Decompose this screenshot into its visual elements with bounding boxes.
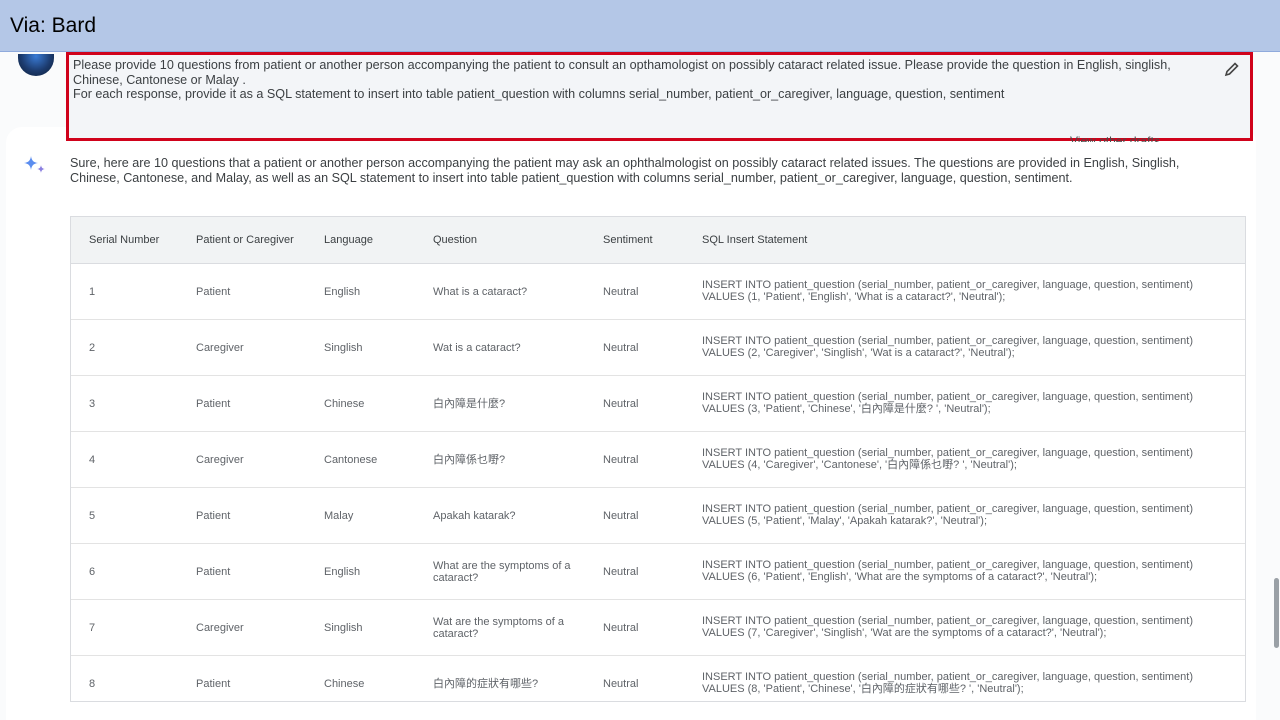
cell-serial: 2	[71, 319, 178, 376]
user-prompt-highlight: Please provide 10 questions from patient…	[66, 52, 1253, 141]
cell-language: English	[306, 543, 415, 600]
cell-serial: 3	[71, 375, 178, 432]
table-row: 5 Patient Malay Apakah katarak? Neutral …	[71, 487, 1245, 544]
cell-serial: 8	[71, 655, 178, 701]
cell-language: Chinese	[306, 375, 415, 432]
table-row: 3 Patient Chinese 白內障是什麼? Neutral INSERT…	[71, 375, 1245, 432]
cell-sentiment: Neutral	[585, 599, 694, 656]
table-row: 6 Patient English What are the symptoms …	[71, 543, 1245, 600]
cell-language: Malay	[306, 487, 415, 544]
header-question: Question	[415, 217, 585, 264]
cell-question: Apakah katarak?	[415, 487, 585, 544]
cell-sentiment: Neutral	[585, 319, 694, 376]
cell-sentiment: Neutral	[585, 263, 694, 320]
table-header-row: Serial Number Patient or Caregiver Langu…	[71, 217, 1245, 264]
cell-language: Cantonese	[306, 431, 415, 488]
cell-question: 白內障是什麼?	[415, 375, 585, 432]
cell-question: 白內障的症狀有哪些?	[415, 655, 585, 701]
sparkle-icon	[24, 156, 45, 173]
cell-sentiment: Neutral	[585, 655, 694, 701]
cell-serial: 5	[71, 487, 178, 544]
user-prompt-text: Please provide 10 questions from patient…	[73, 58, 1171, 102]
cell-role: Patient	[178, 263, 306, 320]
cell-serial: 7	[71, 599, 178, 656]
cell-role: Caregiver	[178, 431, 306, 488]
cell-language: Singlish	[306, 319, 415, 376]
table-row: 1 Patient English What is a cataract? Ne…	[71, 263, 1245, 320]
cell-language: Chinese	[306, 655, 415, 701]
pencil-icon[interactable]	[1224, 61, 1240, 77]
cell-sentiment: Neutral	[585, 375, 694, 432]
header-patient-or-caregiver: Patient or Caregiver	[178, 217, 306, 264]
caption-text: Via: Bard	[10, 14, 96, 37]
table-row: 7 Caregiver Singlish Wat are the symptom…	[71, 599, 1245, 656]
cell-sql: INSERT INTO patient_question (serial_num…	[694, 487, 1245, 544]
cell-serial: 4	[71, 431, 178, 488]
header-sentiment: Sentiment	[585, 217, 694, 264]
cell-question: What is a cataract?	[415, 263, 585, 320]
page-scrollbar[interactable]	[1274, 578, 1279, 648]
table-row: 4 Caregiver Cantonese 白內障係乜嘢? Neutral IN…	[71, 431, 1245, 488]
cell-sql: INSERT INTO patient_question (serial_num…	[694, 599, 1245, 656]
cell-sql: INSERT INTO patient_question (serial_num…	[694, 319, 1245, 376]
cell-role: Patient	[178, 543, 306, 600]
header-serial-number: Serial Number	[71, 217, 178, 264]
cell-serial: 1	[71, 263, 178, 320]
cell-role: Patient	[178, 375, 306, 432]
cell-question: Wat are the symptoms of a cataract?	[415, 599, 585, 656]
cell-question: Wat is a cataract?	[415, 319, 585, 376]
cell-question: What are the symptoms of a cataract?	[415, 543, 585, 600]
cell-sentiment: Neutral	[585, 431, 694, 488]
view-other-drafts-link[interactable]: View other drafts	[1070, 134, 1160, 142]
cell-sentiment: Neutral	[585, 543, 694, 600]
cell-language: English	[306, 263, 415, 320]
header-sql-insert: SQL Insert Statement	[694, 217, 1245, 264]
header-language: Language	[306, 217, 415, 264]
cell-sql: INSERT INTO patient_question (serial_num…	[694, 655, 1245, 701]
response-text: Sure, here are 10 questions that a patie…	[70, 156, 1180, 185]
cell-sql: INSERT INTO patient_question (serial_num…	[694, 375, 1245, 432]
cell-sentiment: Neutral	[585, 487, 694, 544]
cell-sql: INSERT INTO patient_question (serial_num…	[694, 263, 1245, 320]
table-row: 2 Caregiver Singlish Wat is a cataract? …	[71, 319, 1245, 376]
cell-role: Caregiver	[178, 599, 306, 656]
caption-banner: Via: Bard	[0, 0, 1280, 52]
questions-table: Serial Number Patient or Caregiver Langu…	[70, 216, 1246, 702]
cell-role: Caregiver	[178, 319, 306, 376]
cell-role: Patient	[178, 655, 306, 701]
cell-language: Singlish	[306, 599, 415, 656]
cell-role: Patient	[178, 487, 306, 544]
table-row: 8 Patient Chinese 白內障的症狀有哪些? Neutral INS…	[71, 655, 1245, 701]
cell-sql: INSERT INTO patient_question (serial_num…	[694, 431, 1245, 488]
cell-question: 白內障係乜嘢?	[415, 431, 585, 488]
cell-sql: INSERT INTO patient_question (serial_num…	[694, 543, 1245, 600]
cell-serial: 6	[71, 543, 178, 600]
